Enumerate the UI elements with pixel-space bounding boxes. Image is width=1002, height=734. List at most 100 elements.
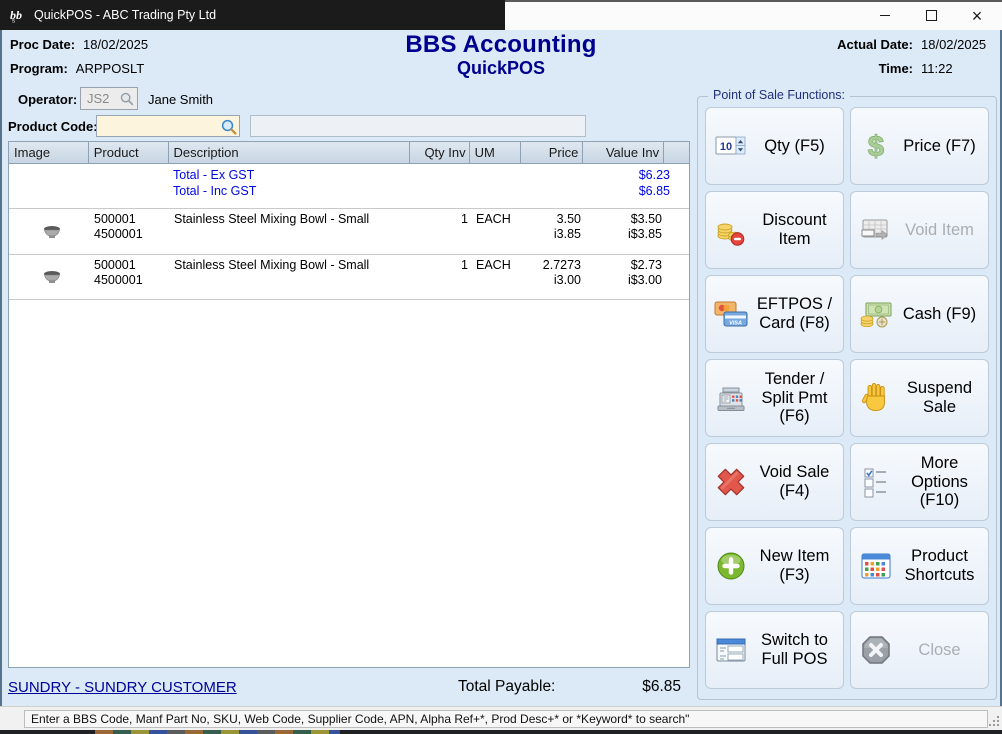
product-code-field [96, 115, 240, 137]
taskbar-artifact [95, 730, 340, 734]
product-codes-cell: 5000014500001 [89, 209, 169, 254]
table-row[interactable]: 5000014500001 Stainless Steel Mixing Bow… [9, 254, 689, 300]
close-icon: × [972, 7, 983, 25]
description-cell: Stainless Steel Mixing Bowl - Small [169, 209, 411, 254]
customer-link[interactable]: SUNDRY - SUNDRY CUSTOMER [8, 679, 237, 696]
product-shortcuts-grid-icon [857, 551, 895, 581]
column-header-product: Product [89, 142, 169, 163]
product-image-cell [9, 209, 89, 254]
cash-button[interactable]: Cash (F9) [850, 275, 989, 353]
um-cell: EACH [471, 209, 523, 254]
product-code-label: Product Code: [8, 119, 98, 134]
payment-cards-icon: VISA [712, 299, 750, 329]
table-header: Image Product Description Qty Inv UM Pri… [9, 142, 689, 164]
column-header-qty-inv: Qty Inv [410, 142, 470, 163]
more-options-button[interactable]: More Options (F10) [850, 443, 989, 521]
new-item-button[interactable]: New Item (F3) [705, 527, 844, 605]
window-title: QuickPOS - ABC Trading Pty Ltd [34, 8, 216, 22]
operator-label: Operator: [18, 92, 77, 107]
suspend-hand-icon [857, 382, 895, 414]
value-cell: $3.50i$3.85 [585, 209, 666, 254]
maximize-button[interactable] [908, 1, 954, 30]
tender-split-payment-button[interactable]: Tender / Split Pmt (F6) [705, 359, 844, 437]
quantity-spinner-icon: 10 [712, 132, 750, 160]
column-header-um: UM [470, 142, 522, 163]
total-payable-label: Total Payable: [458, 678, 555, 696]
qty-cell: 1 [411, 255, 471, 299]
product-description-field[interactable] [250, 115, 586, 137]
maximize-icon [926, 10, 937, 21]
mixing-bowl-thumbnail-icon [43, 270, 61, 284]
column-header-image: Image [9, 142, 89, 163]
svg-text:VISA: VISA [729, 321, 742, 327]
product-shortcuts-button[interactable]: Product Shortcuts [850, 527, 989, 605]
column-header-value-inv: Value Inv [583, 142, 664, 163]
void-item-grid-icon [857, 214, 895, 246]
mixing-bowl-thumbnail-icon [43, 225, 61, 239]
dollar-icon: $ [857, 130, 895, 162]
pos-buttons-grid: 10 Qty (F5) $ Price (F7) [705, 107, 989, 687]
product-codes-cell: 5000014500001 [89, 255, 169, 299]
operator-code-value: JS2 [81, 91, 119, 106]
qty-cell: 1 [411, 209, 471, 254]
close-window-button[interactable]: × [954, 1, 1000, 30]
resize-grip-icon[interactable] [997, 724, 999, 726]
product-search-icon[interactable] [220, 118, 237, 135]
column-header-description: Description [169, 142, 410, 163]
window-border-left [0, 30, 2, 706]
status-hint: Enter a BBS Code, Manf Part No, SKU, Web… [24, 710, 988, 728]
close-button: Close [850, 611, 989, 689]
sale-items-table: Image Product Description Qty Inv UM Pri… [8, 141, 690, 668]
page-subtitle: QuickPOS [0, 58, 1002, 79]
product-code-input[interactable] [97, 119, 220, 134]
price-button[interactable]: $ Price (F7) [850, 107, 989, 185]
pos-functions-title: Point of Sale Functions: [708, 88, 850, 102]
close-octagon-icon [857, 634, 895, 666]
description-cell: Stainless Steel Mixing Bowl - Small [169, 255, 411, 299]
minimize-icon [880, 15, 890, 17]
svg-text:s: s [12, 19, 15, 24]
pos-functions-groupbox: Point of Sale Functions: 10 Qty (F5) [697, 96, 997, 700]
more-options-checklist-icon [857, 466, 895, 498]
titlebar: bb s QuickPOS - ABC Trading Pty Ltd × [0, 0, 1002, 30]
void-sale-cross-icon [712, 466, 750, 498]
operator-name: Jane Smith [148, 92, 213, 107]
suspend-sale-button[interactable]: Suspend Sale [850, 359, 989, 437]
cash-money-icon [857, 299, 895, 329]
eftpos-card-button[interactable]: VISA EFTPOS / Card (F8) [705, 275, 844, 353]
total-ex-gst-label: Total - Ex GST [173, 168, 254, 182]
svg-text:10: 10 [720, 141, 732, 153]
total-ex-gst-value: $6.23 [593, 168, 670, 182]
cash-register-icon [712, 382, 750, 414]
price-cell: 3.50i3.85 [523, 209, 585, 254]
window-controls: × [862, 1, 1000, 30]
qty-button[interactable]: 10 Qty (F5) [705, 107, 844, 185]
full-pos-window-icon [712, 635, 750, 665]
switch-to-full-pos-button[interactable]: Switch to Full POS [705, 611, 844, 689]
total-payable-value: $6.85 [601, 678, 681, 696]
app-window: bb s QuickPOS - ABC Trading Pty Ltd × Pr… [0, 0, 1002, 734]
total-inc-gst-value: $6.85 [593, 184, 670, 198]
svg-text:$: $ [868, 131, 884, 162]
operator-search-icon[interactable] [119, 91, 134, 106]
column-header-price: Price [521, 142, 583, 163]
operator-code-field[interactable]: JS2 [80, 87, 138, 110]
status-bar: Enter a BBS Code, Manf Part No, SKU, Web… [0, 706, 1002, 730]
um-cell: EACH [471, 255, 523, 299]
discount-coins-icon [712, 214, 750, 246]
titlebar-left: bb s QuickPOS - ABC Trading Pty Ltd [9, 0, 216, 30]
table-row[interactable]: 5000014500001 Stainless Steel Mixing Bow… [9, 208, 689, 254]
discount-item-button[interactable]: Discount Item [705, 191, 844, 269]
app-icon: bb s [9, 7, 27, 23]
value-cell: $2.73i$3.00 [585, 255, 666, 299]
product-image-cell [9, 255, 89, 299]
total-inc-gst-label: Total - Inc GST [173, 184, 256, 198]
price-cell: 2.7273i3.00 [523, 255, 585, 299]
new-item-plus-icon [712, 550, 750, 582]
page-title: BBS Accounting [0, 31, 1002, 59]
minimize-button[interactable] [862, 1, 908, 30]
bottom-edge [0, 730, 1002, 734]
void-item-button: Void Item [850, 191, 989, 269]
void-sale-button[interactable]: Void Sale (F4) [705, 443, 844, 521]
column-header-filler [664, 142, 689, 163]
